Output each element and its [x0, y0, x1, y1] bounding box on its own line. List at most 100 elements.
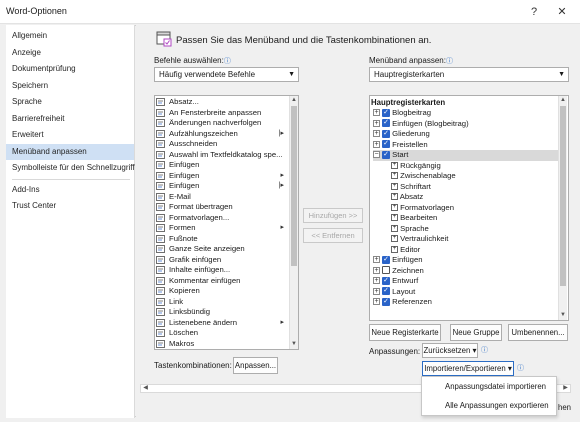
- checkbox-checked[interactable]: ✓: [382, 255, 390, 264]
- ribbon-tab-start[interactable]: − ✓ Start: [373, 150, 559, 161]
- command-item[interactable]: Einfügen ▸: [155, 171, 289, 182]
- remove-button[interactable]: << Entfernen: [303, 228, 363, 243]
- nav-item[interactable]: Symbolleiste für den Schnellzugriff: [6, 160, 135, 177]
- command-item[interactable]: Formen ▸: [155, 223, 289, 234]
- ribbon-tree[interactable]: Hauptregisterkarten + ✓ Blogbeitrag + ✓ Ein…: [369, 95, 569, 321]
- ribbon-group-item[interactable]: + Bearbeiten: [391, 213, 437, 224]
- checkbox-checked[interactable]: ✓: [382, 140, 390, 149]
- expand-icon[interactable]: +: [391, 224, 398, 232]
- import-export-dropdown[interactable]: Importieren/Exportieren ▾: [422, 361, 514, 376]
- help-button[interactable]: ?: [523, 3, 545, 21]
- collapse-icon[interactable]: −: [373, 151, 380, 159]
- ribbon-tab-item[interactable]: + ✓ Blogbeitrag: [373, 108, 431, 119]
- scroll-thumb[interactable]: [291, 106, 297, 266]
- expand-icon[interactable]: +: [373, 287, 380, 295]
- nav-item[interactable]: Barrierefreiheit: [6, 111, 134, 128]
- nav-item[interactable]: Menüband anpassen: [6, 143, 134, 160]
- command-item[interactable]: Makros: [155, 339, 289, 350]
- command-item[interactable]: An Fensterbreite anpassen: [155, 108, 289, 119]
- commands-source-select[interactable]: Häufig verwendete Befehle ▼: [154, 67, 299, 82]
- scroll-up-icon[interactable]: ▲: [290, 96, 298, 105]
- command-item[interactable]: Einfügen: [155, 160, 289, 171]
- ribbon-tab-item[interactable]: + ✓ Gliederung: [373, 129, 430, 140]
- new-tab-button[interactable]: Neue Registerkarte: [369, 324, 441, 341]
- command-item[interactable]: Auswahl im Textfeldkatalog spe...: [155, 150, 289, 161]
- command-item[interactable]: Linksbündig: [155, 307, 289, 318]
- checkbox-checked[interactable]: ✓: [382, 129, 390, 138]
- ribbon-group-item[interactable]: + Formatvorlagen: [391, 203, 454, 214]
- reset-dropdown[interactable]: Zurücksetzen ▾: [422, 343, 478, 358]
- expand-icon[interactable]: +: [391, 172, 398, 180]
- command-item[interactable]: E-Mail: [155, 192, 289, 203]
- command-item[interactable]: Änderungen nachverfolgen: [155, 118, 289, 129]
- command-item[interactable]: Format übertragen: [155, 202, 289, 213]
- ribbon-group-item[interactable]: + Absatz: [391, 192, 423, 203]
- scroll-up-icon[interactable]: ▲: [559, 96, 567, 105]
- ribbon-tabs-select[interactable]: Hauptregisterkarten ▼: [369, 67, 569, 82]
- ribbon-group-item[interactable]: + Schriftart: [391, 182, 431, 193]
- command-item[interactable]: Formatvorlagen...: [155, 213, 289, 224]
- checkbox-checked[interactable]: ✓: [382, 287, 390, 296]
- rename-button[interactable]: Umbenennen...: [508, 324, 568, 341]
- command-item[interactable]: Ganze Seite anzeigen: [155, 244, 289, 255]
- commands-scrollbar[interactable]: ▲ ▼: [289, 96, 298, 349]
- ribbon-scrollbar[interactable]: ▲ ▼: [558, 96, 567, 320]
- expand-icon[interactable]: +: [373, 119, 380, 127]
- expand-icon[interactable]: +: [391, 161, 398, 169]
- nav-item[interactable]: Dokumentprüfung: [6, 61, 134, 78]
- command-item[interactable]: Löschen: [155, 328, 289, 339]
- nav-item[interactable]: Sprache: [6, 94, 134, 111]
- checkbox-checked[interactable]: ✓: [382, 297, 390, 306]
- expand-icon[interactable]: +: [373, 266, 380, 274]
- ribbon-tab-item[interactable]: + ✓ Einfügen (Blogbeitrag): [373, 119, 469, 130]
- command-item[interactable]: Link: [155, 297, 289, 308]
- expand-icon[interactable]: +: [373, 277, 380, 285]
- command-item[interactable]: Inhalte einfügen...: [155, 265, 289, 276]
- add-button[interactable]: Hinzufügen >>: [303, 208, 363, 223]
- nav-item[interactable]: Trust Center: [6, 198, 134, 215]
- nav-item[interactable]: Erweitert: [6, 127, 134, 144]
- import-customizations-item[interactable]: Anpassungsdatei importieren: [422, 377, 556, 396]
- ribbon-tab-item[interactable]: + ✓ Referenzen: [373, 297, 432, 308]
- nav-item[interactable]: Add-Ins: [6, 182, 134, 199]
- checkbox-checked[interactable]: ✓: [382, 119, 390, 128]
- expand-icon[interactable]: +: [391, 235, 398, 243]
- expand-icon[interactable]: +: [373, 256, 380, 264]
- command-item[interactable]: Fußnote: [155, 234, 289, 245]
- checkbox-unchecked[interactable]: [382, 266, 390, 275]
- expand-icon[interactable]: +: [391, 214, 398, 222]
- scroll-thumb[interactable]: [560, 106, 566, 286]
- checkbox-checked[interactable]: ✓: [382, 108, 390, 117]
- customize-shortcuts-button[interactable]: Anpassen...: [233, 357, 278, 374]
- scroll-down-icon[interactable]: ▼: [290, 340, 298, 349]
- ribbon-tab-item[interactable]: + ✓ Einfügen: [373, 255, 423, 266]
- command-item[interactable]: Aufzählungszeichen |▸: [155, 129, 289, 140]
- command-item[interactable]: Einfügen |▸: [155, 181, 289, 192]
- commands-list[interactable]: Absatz... An Fensterbreite anpassen Änderu…: [154, 95, 299, 350]
- expand-icon[interactable]: +: [373, 130, 380, 138]
- expand-icon[interactable]: +: [373, 109, 380, 117]
- ribbon-group-item[interactable]: + Vertraulichkeit: [391, 234, 448, 245]
- checkbox-checked[interactable]: ✓: [382, 276, 390, 285]
- ribbon-tab-item[interactable]: + ✓ Entwurf: [373, 276, 418, 287]
- ribbon-group-item[interactable]: + Zwischenablage: [391, 171, 456, 182]
- checkbox-checked[interactable]: ✓: [382, 150, 390, 159]
- scroll-right-icon[interactable]: ▶: [561, 385, 570, 392]
- expand-icon[interactable]: +: [373, 298, 380, 306]
- scroll-down-icon[interactable]: ▼: [559, 311, 567, 320]
- command-item[interactable]: Ausschneiden: [155, 139, 289, 150]
- close-button[interactable]: ✕: [551, 3, 573, 21]
- expand-icon[interactable]: +: [391, 182, 398, 190]
- expand-icon[interactable]: +: [391, 203, 398, 211]
- command-item[interactable]: Kopieren: [155, 286, 289, 297]
- command-item[interactable]: Absatz...: [155, 97, 289, 108]
- ribbon-group-item[interactable]: + Rückgängig: [391, 161, 441, 172]
- expand-icon[interactable]: +: [391, 245, 398, 253]
- new-group-button[interactable]: Neue Gruppe: [450, 324, 502, 341]
- command-item[interactable]: Grafik einfügen: [155, 255, 289, 266]
- nav-item[interactable]: Speichern: [6, 78, 134, 95]
- ribbon-group-item[interactable]: + Sprache: [391, 224, 429, 235]
- command-item[interactable]: Kommentar einfügen: [155, 276, 289, 287]
- ribbon-tab-item[interactable]: + ✓ Freistellen: [373, 140, 428, 151]
- ribbon-group-item[interactable]: + Editor: [391, 245, 420, 256]
